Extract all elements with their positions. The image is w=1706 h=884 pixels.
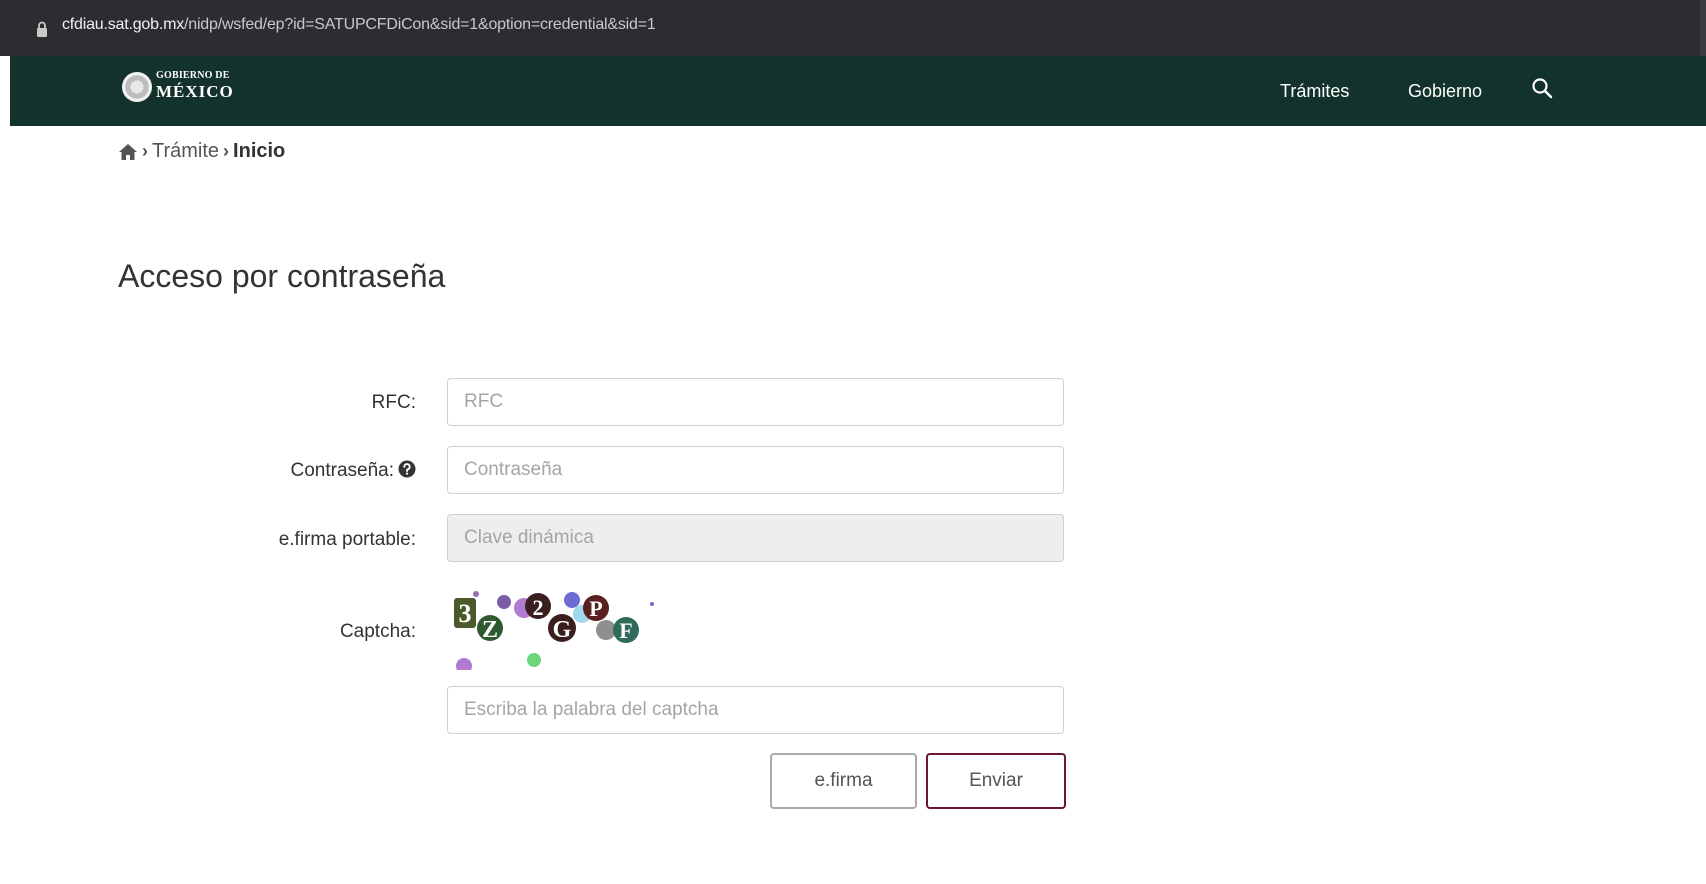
breadcrumb-separator: › — [142, 141, 148, 161]
efirma-portable-label: e.firma portable: — [278, 529, 416, 550]
lock-icon — [37, 21, 47, 37]
breadcrumb-current: Inicio — [233, 140, 286, 162]
password-label-row: Contraseña: — [156, 460, 416, 482]
gob-mx-logo[interactable]: GOBIERNO DE MÉXICO — [156, 70, 234, 101]
clave-dinamica-input — [447, 514, 1064, 562]
enviar-button[interactable]: Enviar — [926, 753, 1066, 809]
rfc-input[interactable] — [447, 378, 1064, 426]
rfc-label: RFC: — [371, 392, 416, 413]
nav-tramites-link[interactable]: Trámites — [1280, 81, 1349, 102]
url-host: cfdiau.sat.gob.mx — [62, 16, 184, 33]
password-label: Contraseña: — [290, 460, 394, 481]
browser-url-bar[interactable]: cfdiau.sat.gob.mx/nidp/wsfed/ep?id=SATUP… — [0, 0, 1706, 56]
captcha-label: Captcha: — [339, 621, 416, 642]
gob-header: GOBIERNO DE MÉXICO Trámites Gobierno — [10, 56, 1706, 126]
mexico-seal-icon[interactable] — [122, 72, 152, 102]
brand-line2: MÉXICO — [156, 82, 234, 101]
url-text[interactable]: cfdiau.sat.gob.mx/nidp/wsfed/ep?id=SATUP… — [62, 16, 656, 34]
search-icon[interactable] — [1530, 76, 1556, 102]
svg-text:P: P — [589, 596, 602, 621]
url-path: /nidp/wsfed/ep?id=SATUPCFDiCon&sid=1&opt… — [184, 16, 656, 33]
password-input[interactable] — [447, 446, 1064, 494]
efirma-button[interactable]: e.firma — [770, 753, 917, 809]
question-circle-icon[interactable] — [398, 460, 416, 478]
breadcrumb-separator: › — [223, 141, 230, 161]
svg-text:2: 2 — [533, 595, 544, 620]
browser-edge — [1700, 0, 1706, 56]
page-title: Acceso por contraseña — [118, 258, 446, 294]
svg-text:Z: Z — [482, 617, 498, 643]
breadcrumb-tramite-link[interactable]: Trámite — [152, 140, 219, 163]
svg-text:F: F — [619, 618, 632, 643]
svg-text:G: G — [553, 617, 572, 643]
home-icon[interactable] — [118, 143, 138, 161]
captcha-input[interactable] — [447, 686, 1064, 734]
breadcrumb: › Trámite › Inicio — [118, 140, 285, 163]
captcha-image: 3 Z 2 G P F — [454, 591, 654, 670]
svg-text:3: 3 — [459, 599, 472, 628]
brand-line1: GOBIERNO DE — [156, 70, 230, 81]
nav-gobierno-link[interactable]: Gobierno — [1408, 81, 1482, 102]
